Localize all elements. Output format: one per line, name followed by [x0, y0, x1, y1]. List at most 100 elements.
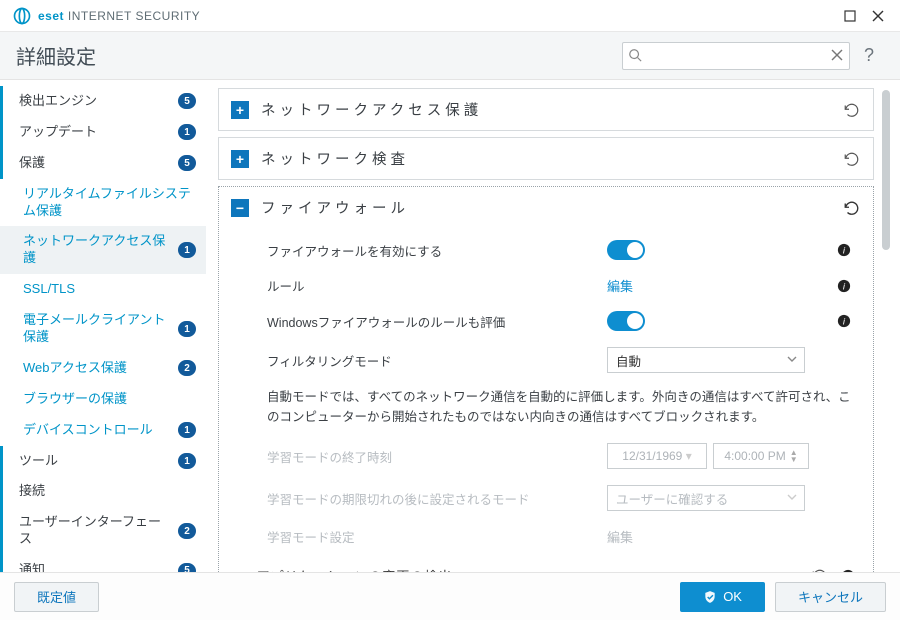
undo-icon — [843, 199, 861, 217]
window-maximize-button[interactable] — [836, 2, 864, 30]
learn-after-select: ユーザーに確認する — [607, 485, 805, 511]
sidebar-item-web-access[interactable]: Webアクセス保護2 — [0, 353, 206, 384]
badge: 1 — [178, 124, 196, 140]
undo-button[interactable] — [811, 567, 829, 573]
firewall-winfw-label: Windowsファイアウォールのルールも評価 — [267, 312, 597, 331]
info-button[interactable]: i — [841, 569, 855, 573]
panel-title: ネットワーク検査 — [261, 148, 831, 169]
badge: 1 — [178, 422, 196, 438]
badge: 2 — [178, 360, 196, 376]
sidebar-item-ui[interactable]: ユーザーインターフェース2 — [0, 507, 206, 555]
firewall-rules-label: ルール — [267, 276, 597, 295]
learn-after-value: ユーザーに確認する — [616, 489, 728, 508]
learn-settings-label: 学習モード設定 — [267, 527, 597, 546]
window-close-button[interactable] — [864, 2, 892, 30]
search-icon — [628, 48, 642, 62]
scrollbar-thumb[interactable] — [882, 90, 890, 250]
panel-network-inspection: + ネットワーク検査 — [218, 137, 874, 180]
info-icon: i — [837, 243, 851, 257]
firewall-enable-label: ファイアウォールを有効にする — [267, 241, 597, 260]
undo-icon — [843, 101, 861, 119]
sidebar-item-connection[interactable]: 接続 — [0, 476, 206, 507]
sidebar-item-update[interactable]: アップデート1 — [0, 117, 206, 148]
main-scrollbar[interactable] — [882, 88, 890, 564]
search-field-wrap — [622, 42, 850, 70]
info-button[interactable]: i — [837, 279, 855, 293]
maximize-icon — [844, 10, 856, 22]
clear-icon — [830, 48, 844, 62]
page-title: 詳細設定 — [16, 41, 96, 70]
search-input[interactable] — [622, 42, 850, 70]
app-brand: eset INTERNET SECURITY — [12, 6, 200, 26]
badge: 5 — [178, 563, 196, 572]
cancel-button[interactable]: キャンセル — [775, 582, 886, 612]
sidebar-item-detection-engine[interactable]: 検出エンジン5 — [0, 86, 206, 117]
expand-icon: + — [237, 568, 245, 572]
sidebar-item-browser[interactable]: ブラウザーの保護 — [0, 384, 206, 415]
main-content: + ネットワークアクセス保護 + ネットワーク検査 − ファイアウォール ファイ… — [210, 80, 900, 572]
firewall-winfw-toggle[interactable] — [607, 311, 645, 331]
search-clear-button[interactable] — [830, 48, 844, 62]
learn-end-time-input: 4:00:00 PM▲▼ — [713, 443, 809, 469]
ok-button[interactable]: OK — [680, 582, 765, 612]
info-icon: i — [837, 314, 851, 328]
learn-end-label: 学習モードの終了時刻 — [267, 447, 597, 466]
panel-header-firewall[interactable]: − ファイアウォール — [219, 187, 873, 228]
undo-button[interactable] — [843, 150, 861, 168]
badge: 1 — [178, 453, 196, 469]
undo-button[interactable] — [843, 101, 861, 119]
firewall-rules-edit-link[interactable]: 編集 — [607, 276, 633, 295]
info-icon: i — [837, 279, 851, 293]
panel-header-network-access[interactable]: + ネットワークアクセス保護 — [219, 89, 873, 130]
badge: 5 — [178, 93, 196, 109]
filtering-mode-value: 自動 — [616, 351, 641, 370]
filtering-mode-description: 自動モードでは、すべてのネットワーク通信を自動的に評価します。外向きの通信はすべ… — [267, 381, 855, 435]
undo-icon — [843, 150, 861, 168]
learn-after-label: 学習モードの期限切れの後に設定されるモード — [267, 489, 597, 508]
chevron-down-icon: ▾ — [686, 449, 692, 463]
ok-button-label: OK — [723, 589, 742, 604]
subpanel-app-change[interactable]: + アプリケーションの変更の検出 i — [237, 554, 855, 572]
badge: 1 — [178, 321, 196, 337]
panel-title: ネットワークアクセス保護 — [261, 99, 831, 120]
panel-title: ファイアウォール — [261, 197, 831, 218]
sidebar-item-ssl-tls[interactable]: SSL/TLS — [0, 274, 206, 305]
footer: 既定値 OK キャンセル — [0, 572, 900, 620]
sidebar: 検出エンジン5 アップデート1 保護5 リアルタイムファイルシステム保護 ネット… — [0, 80, 210, 572]
panel-firewall: − ファイアウォール ファイアウォールを有効にする i ルール 編集 i Win… — [218, 186, 874, 572]
sidebar-item-device-control[interactable]: デバイスコントロール1 — [0, 415, 206, 446]
close-icon — [872, 10, 884, 22]
panel-network-access: + ネットワークアクセス保護 — [218, 88, 874, 131]
sidebar-item-realtime[interactable]: リアルタイムファイルシステム保護 — [0, 179, 206, 227]
info-icon: i — [841, 569, 855, 573]
learn-end-date-input: 12/31/1969 ▾ — [607, 443, 707, 469]
sidebar-item-notification[interactable]: 通知5 — [0, 555, 206, 572]
eset-logo-icon — [12, 6, 32, 26]
spinner-icon: ▲▼ — [790, 449, 798, 463]
sidebar-item-email-client[interactable]: 電子メールクライアント保護1 — [0, 305, 206, 353]
badge: 2 — [178, 523, 196, 539]
titlebar: eset INTERNET SECURITY — [0, 0, 900, 32]
expand-icon: + — [231, 150, 249, 168]
sidebar-item-tools[interactable]: ツール1 — [0, 446, 206, 477]
badge: 1 — [178, 242, 196, 258]
filtering-mode-select[interactable]: 自動 — [607, 347, 805, 373]
page-header: 詳細設定 ? — [0, 32, 900, 80]
defaults-button[interactable]: 既定値 — [14, 582, 99, 612]
firewall-enable-toggle[interactable] — [607, 240, 645, 260]
app-brand-text: eset INTERNET SECURITY — [38, 9, 200, 23]
help-button[interactable]: ? — [854, 45, 884, 66]
undo-button[interactable] — [843, 199, 861, 217]
chevron-down-icon — [786, 491, 798, 503]
sidebar-item-network-access[interactable]: ネットワークアクセス保護1 — [0, 226, 206, 274]
sidebar-item-protection[interactable]: 保護5 — [0, 148, 206, 179]
filtering-mode-label: フィルタリングモード — [267, 351, 597, 370]
undo-icon — [811, 567, 829, 573]
info-button[interactable]: i — [837, 243, 855, 257]
chevron-down-icon — [786, 353, 798, 365]
info-button[interactable]: i — [837, 314, 855, 328]
learn-settings-edit-link: 編集 — [607, 527, 633, 546]
panel-header-network-inspection[interactable]: + ネットワーク検査 — [219, 138, 873, 179]
collapse-icon: − — [231, 199, 249, 217]
subpanel-title: アプリケーションの変更の検出 — [257, 566, 799, 572]
